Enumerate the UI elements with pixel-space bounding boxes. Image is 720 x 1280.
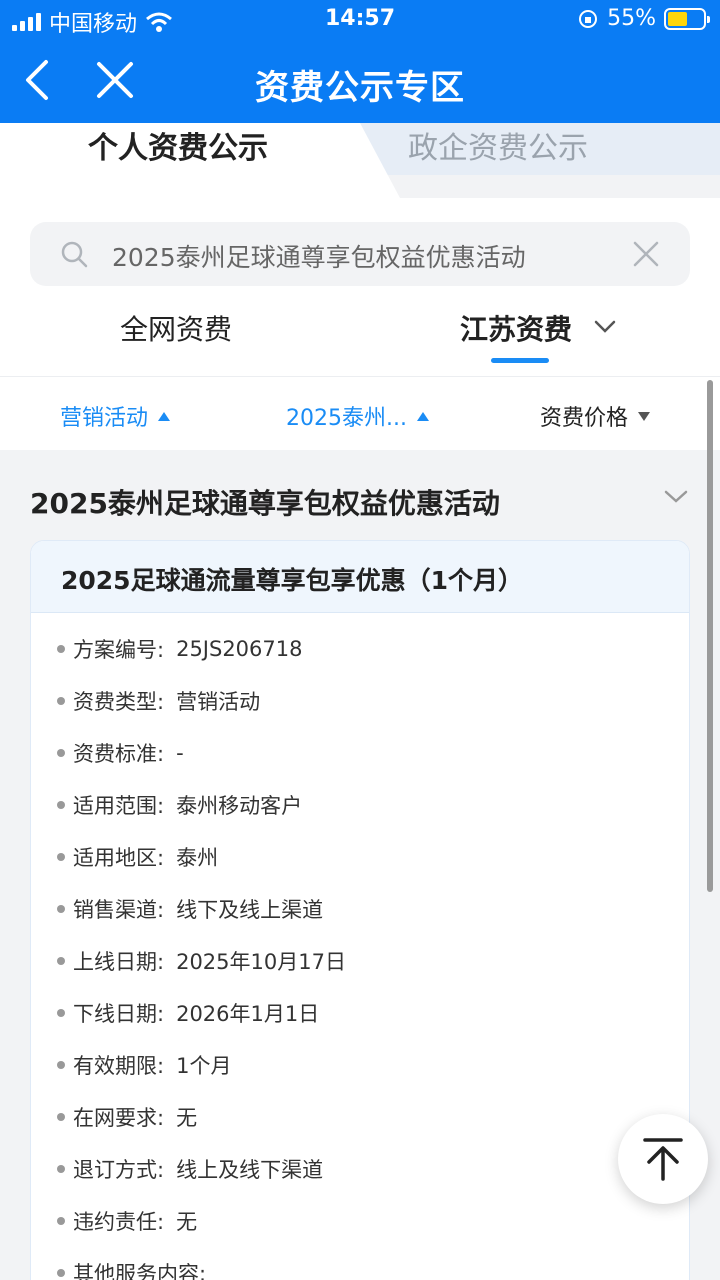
detail-label: 适用地区: (73, 846, 165, 870)
tab-all-network[interactable]: 全网资费 (120, 308, 232, 348)
bullet-icon (57, 1061, 65, 1069)
detail-row-unsubscribe: 退订方式: 线上及线下渠道 (57, 1154, 323, 1184)
detail-row-end-date: 下线日期: 2026年1月1日 (57, 998, 319, 1028)
tab-enterprise[interactable]: 政企资费公示 (340, 123, 720, 175)
bullet-icon (57, 749, 65, 757)
detail-label: 方案编号: (73, 638, 165, 662)
detail-value: 1个月 (176, 1054, 232, 1078)
bullet-icon (57, 1269, 65, 1277)
detail-value: 25JS206718 (176, 637, 303, 661)
detail-row-scope: 适用范围: 泰州移动客户 (57, 790, 302, 820)
detail-value: 泰州 (176, 846, 219, 870)
detail-row-validity: 有效期限: 1个月 (57, 1050, 231, 1080)
battery-icon (664, 7, 710, 30)
bullet-icon (57, 645, 65, 653)
tab-personal[interactable]: 个人资费公示 (0, 123, 400, 198)
detail-value: 泰州移动客户 (176, 794, 303, 818)
page-title: 资费公示专区 (255, 68, 465, 108)
filter-activity[interactable]: 营销活动 (60, 400, 171, 432)
tab-jiangsu[interactable]: 江苏资费 (460, 308, 572, 348)
detail-row-type: 资费类型: 营销活动 (57, 686, 260, 716)
detail-label: 销售渠道: (73, 898, 165, 922)
detail-label: 其他服务内容: (73, 1262, 207, 1280)
detail-row-other-services: 其他服务内容: (57, 1258, 218, 1280)
clear-icon[interactable] (632, 240, 660, 268)
tab-enterprise-label: 政企资费公示 (408, 131, 588, 166)
detail-value: 线下及线上渠道 (176, 898, 324, 922)
battery-percent: 55% (607, 6, 656, 31)
chevron-down-icon[interactable] (594, 320, 616, 334)
filter-activity-label: 营销活动 (60, 406, 149, 431)
detail-value: - (176, 741, 184, 765)
caret-up-icon (416, 411, 429, 421)
bullet-icon (57, 1113, 65, 1121)
chevron-down-icon[interactable] (664, 490, 688, 504)
active-tab-indicator (491, 358, 549, 363)
bullet-icon (57, 1217, 65, 1225)
bullet-icon (57, 1165, 65, 1173)
card-title: 2025足球通流量尊享包享优惠（1个月） (31, 541, 689, 613)
nav-bar: 资费公示专区 (0, 40, 720, 123)
filter-price-label: 资费价格 (540, 406, 629, 431)
detail-label: 下线日期: (73, 1002, 165, 1026)
detail-value: 2026年1月1日 (176, 1002, 320, 1026)
detail-label: 资费标准: (73, 742, 165, 766)
scrollbar[interactable] (707, 380, 713, 892)
detail-value: 2025年10月17日 (176, 950, 346, 974)
arrow-up-to-top-icon (643, 1138, 683, 1181)
detail-value: 线上及线下渠道 (176, 1158, 324, 1182)
bullet-icon (57, 905, 65, 913)
back-to-top-button[interactable] (618, 1114, 708, 1204)
bullet-icon (57, 697, 65, 705)
bullet-icon (57, 801, 65, 809)
detail-label: 上线日期: (73, 950, 165, 974)
detail-value: 无 (176, 1106, 198, 1130)
category-tabs: 政企资费公示 个人资费公示 (0, 123, 720, 198)
bullet-icon (57, 853, 65, 861)
header: 中国移动 14:57 55% 资费公示专区 (0, 0, 720, 123)
divider (0, 376, 720, 377)
filter-year[interactable]: 2025泰州... (286, 400, 429, 432)
search-value: 2025泰州足球通尊享包权益优惠活动 (112, 243, 526, 272)
search-input[interactable]: 2025泰州足球通尊享包权益优惠活动 (30, 222, 690, 286)
detail-label: 在网要求: (73, 1106, 165, 1130)
detail-label: 违约责任: (73, 1210, 165, 1234)
detail-value: 营销活动 (176, 690, 261, 714)
bullet-icon (57, 957, 65, 965)
filter-price[interactable]: 资费价格 (540, 400, 651, 432)
detail-label: 有效期限: (73, 1054, 165, 1078)
detail-row-plan-id: 方案编号: 25JS206718 (57, 634, 303, 664)
caret-up-icon (158, 411, 171, 421)
tariff-card: 2025足球通流量尊享包享优惠（1个月） 方案编号: 25JS206718 资费类… (30, 540, 690, 1280)
detail-row-region: 适用地区: 泰州 (57, 842, 218, 872)
section-title: 2025泰州足球通尊享包权益优惠活动 (30, 487, 500, 520)
detail-label: 适用范围: (73, 794, 165, 818)
filter-year-label: 2025泰州... (286, 406, 407, 431)
search-icon (61, 241, 88, 268)
search-panel: 2025泰州足球通尊享包权益优惠活动 全网资费 江苏资费 营销活动 2025泰州… (0, 198, 720, 450)
detail-row-channel: 销售渠道: 线下及线上渠道 (57, 894, 323, 924)
detail-label: 退订方式: (73, 1158, 165, 1182)
tab-personal-label: 个人资费公示 (88, 131, 268, 166)
detail-row-liability: 违约责任: 无 (57, 1206, 197, 1236)
detail-row-standard: 资费标准: - (57, 738, 184, 768)
bullet-icon (57, 1009, 65, 1017)
orientation-lock-icon (579, 9, 598, 28)
status-bar: 中国移动 14:57 55% (0, 0, 720, 40)
detail-row-network-req: 在网要求: 无 (57, 1102, 197, 1132)
caret-down-icon (638, 411, 651, 421)
detail-row-start-date: 上线日期: 2025年10月17日 (57, 946, 346, 976)
detail-value: 无 (176, 1210, 198, 1234)
detail-label: 资费类型: (73, 690, 165, 714)
